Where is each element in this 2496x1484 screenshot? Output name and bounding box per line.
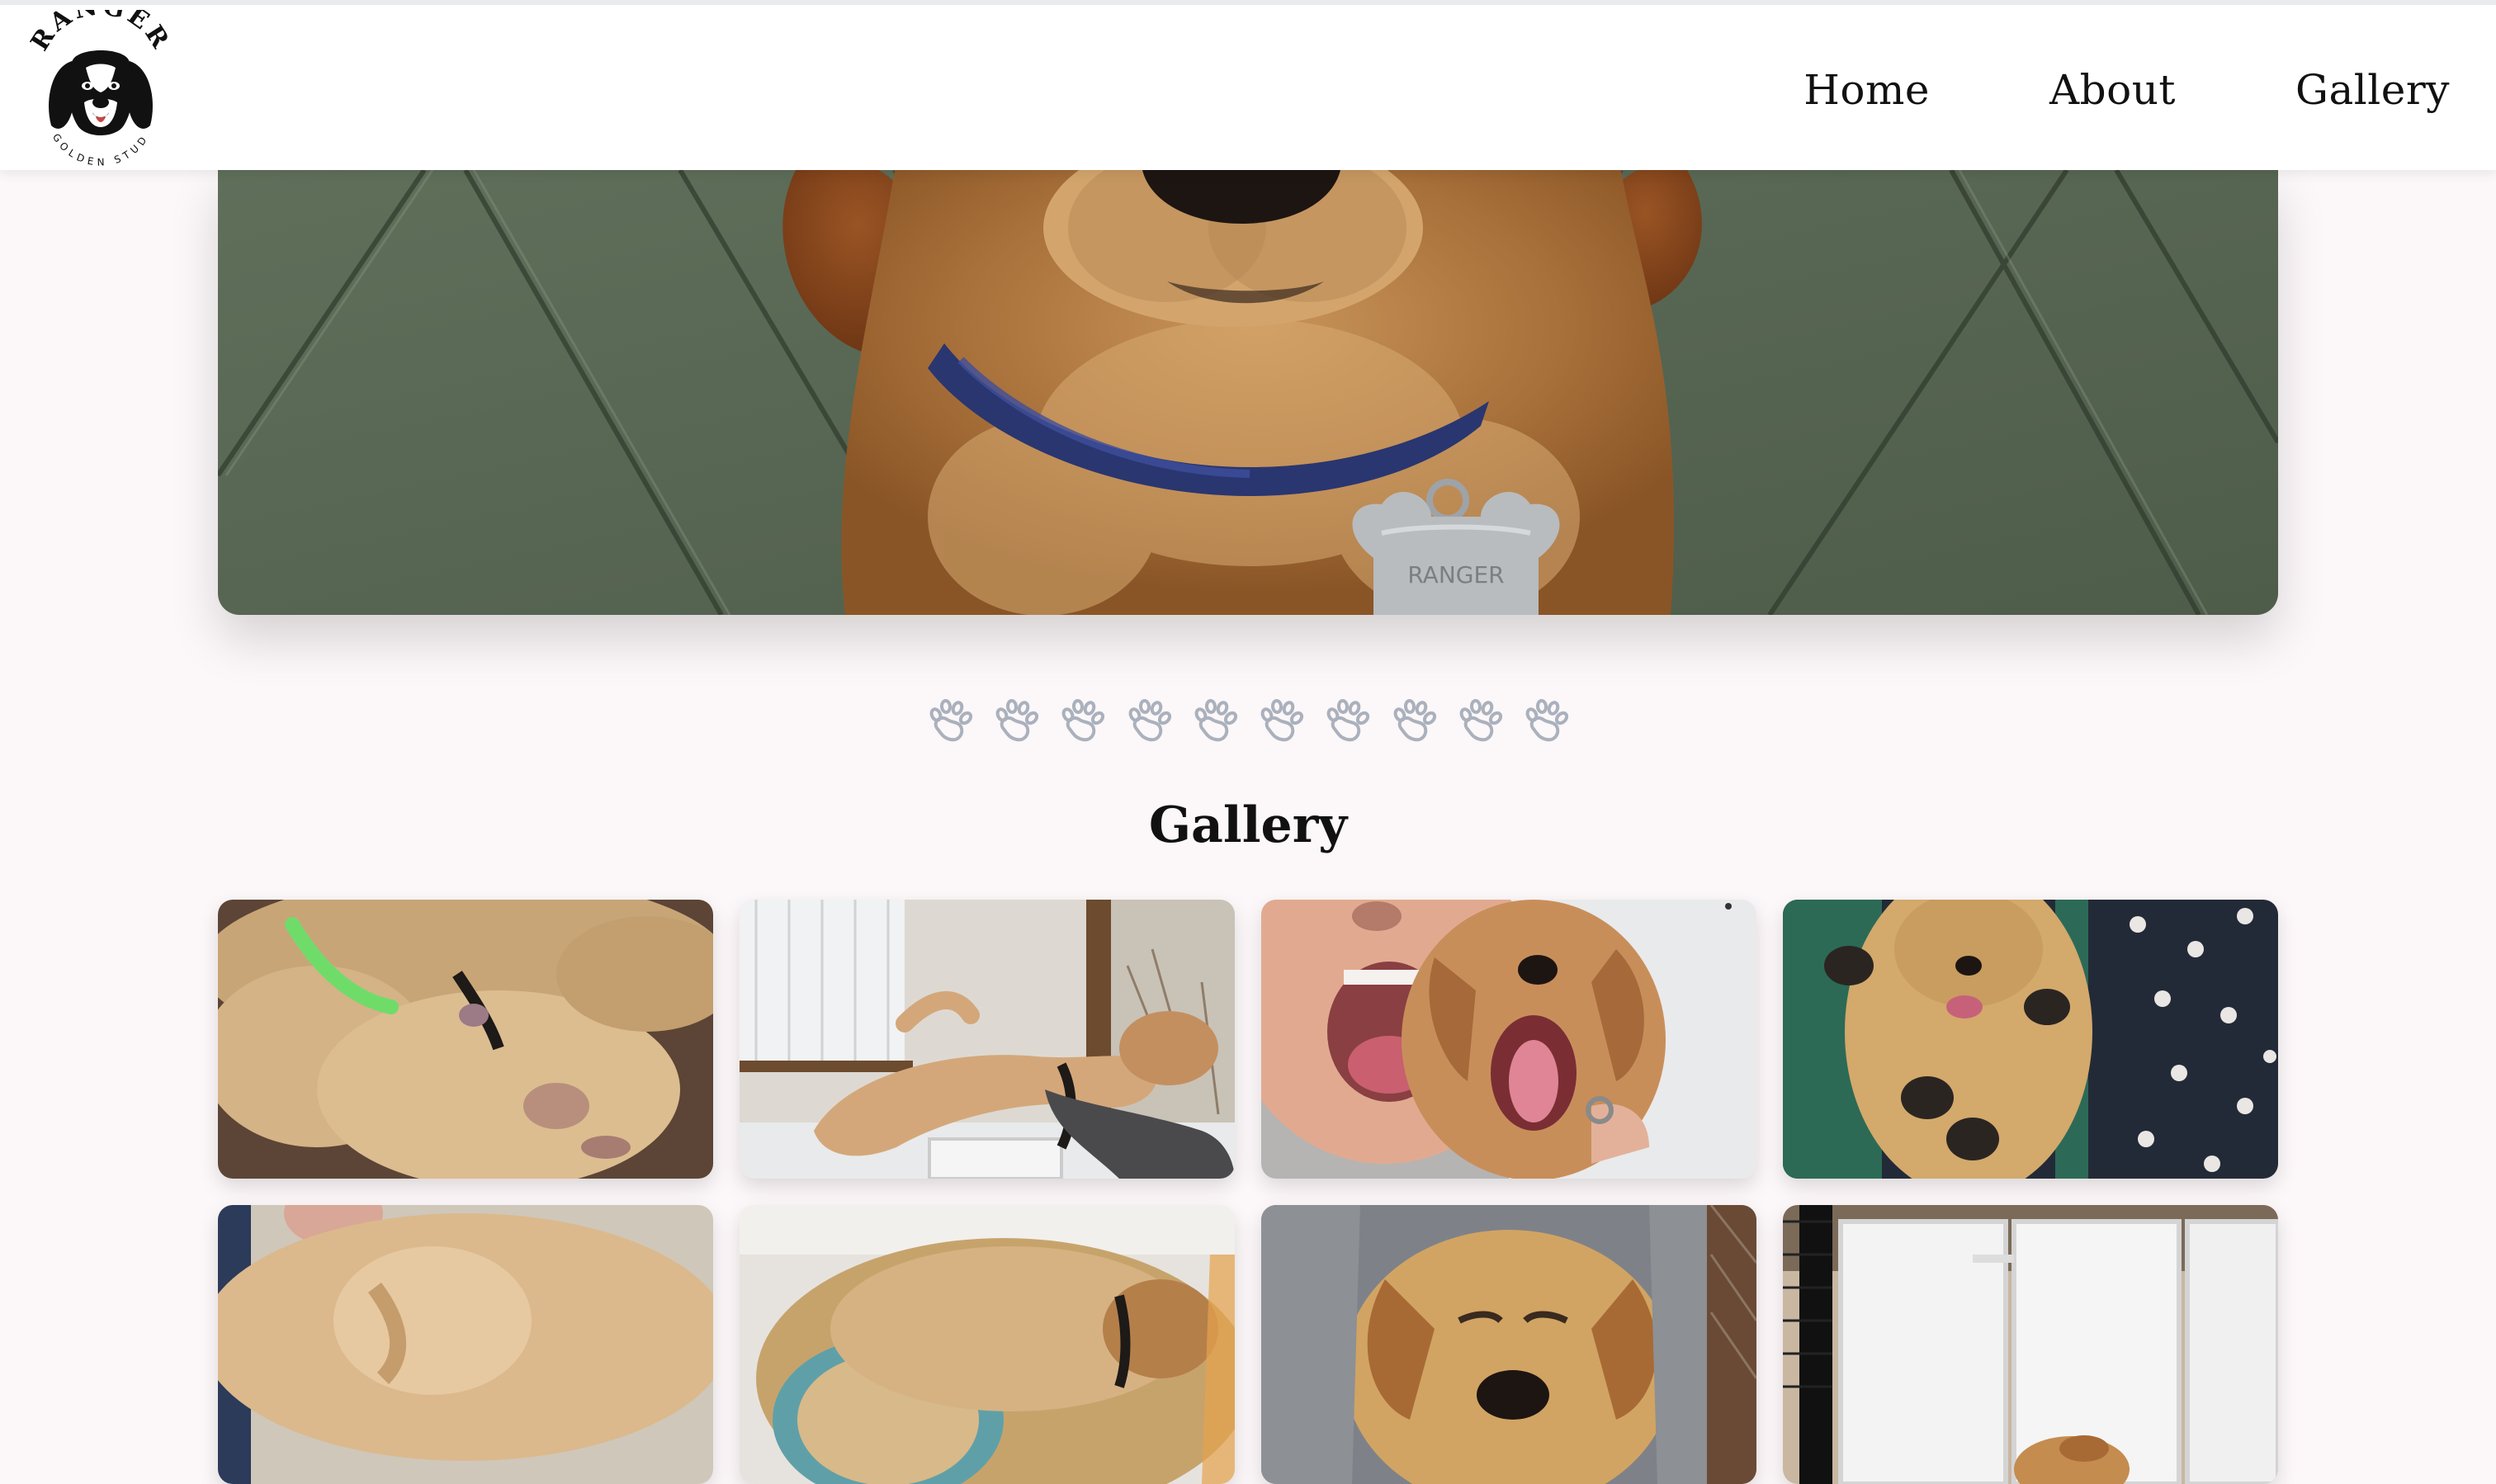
gallery-heading: Gallery: [1148, 796, 1348, 854]
hero-image: RANGER: [218, 170, 2278, 615]
site-logo[interactable]: RANGER GOLDEN STUD: [26, 10, 175, 170]
puppy-hero-photo: RANGER: [218, 170, 2278, 615]
paw-print-icon: [1520, 697, 1572, 748]
gallery-image-puppy-paws-up[interactable]: [1783, 900, 2278, 1179]
paw-print-icon: [1123, 697, 1175, 748]
gallery-image-yawning-with-puppy[interactable]: [1261, 900, 1756, 1179]
nav-link-gallery[interactable]: Gallery: [2295, 66, 2450, 114]
paw-print-icon: [924, 697, 976, 748]
paw-print-icon: [990, 697, 1042, 748]
svg-text:RANGER: RANGER: [26, 10, 175, 56]
gallery-image-puppy-in-pen[interactable]: [1783, 1205, 2278, 1484]
gallery-image-puppy-in-towel[interactable]: [1261, 1205, 1756, 1484]
nav-link-about[interactable]: About: [2049, 66, 2176, 114]
hero-tag-text: RANGER: [1407, 561, 1504, 588]
paw-print-icon: [1255, 697, 1307, 748]
gallery-image-puppy-held-window[interactable]: [740, 900, 1235, 1179]
logo-name-text: RANGER: [26, 10, 173, 56]
golden-retriever-head-icon: RANGER GOLDEN STUD: [26, 10, 175, 168]
gallery-image-puppy-in-basket[interactable]: [740, 1205, 1235, 1484]
paw-divider: [924, 693, 1572, 751]
paw-print-icon: [1321, 697, 1373, 748]
nav-link-home[interactable]: Home: [1803, 66, 1930, 114]
paw-print-icon: [1454, 697, 1506, 748]
site-header: RANGER GOLDEN STUD Home About Gallery: [0, 0, 2496, 170]
paw-print-icon: [1057, 697, 1108, 748]
gallery-image-sleeping-puppy-blanket[interactable]: [218, 1205, 713, 1484]
gallery-image-sleeping-puppies[interactable]: [218, 900, 713, 1179]
paw-print-icon: [1388, 697, 1439, 748]
paw-print-icon: [1189, 697, 1241, 748]
gallery-grid: [218, 900, 2278, 1484]
logo-subtitle-text: GOLDEN STUD: [50, 131, 147, 168]
svg-text:GOLDEN STUD: GOLDEN STUD: [50, 131, 151, 168]
main-nav: Home About Gallery: [1803, 5, 2450, 175]
